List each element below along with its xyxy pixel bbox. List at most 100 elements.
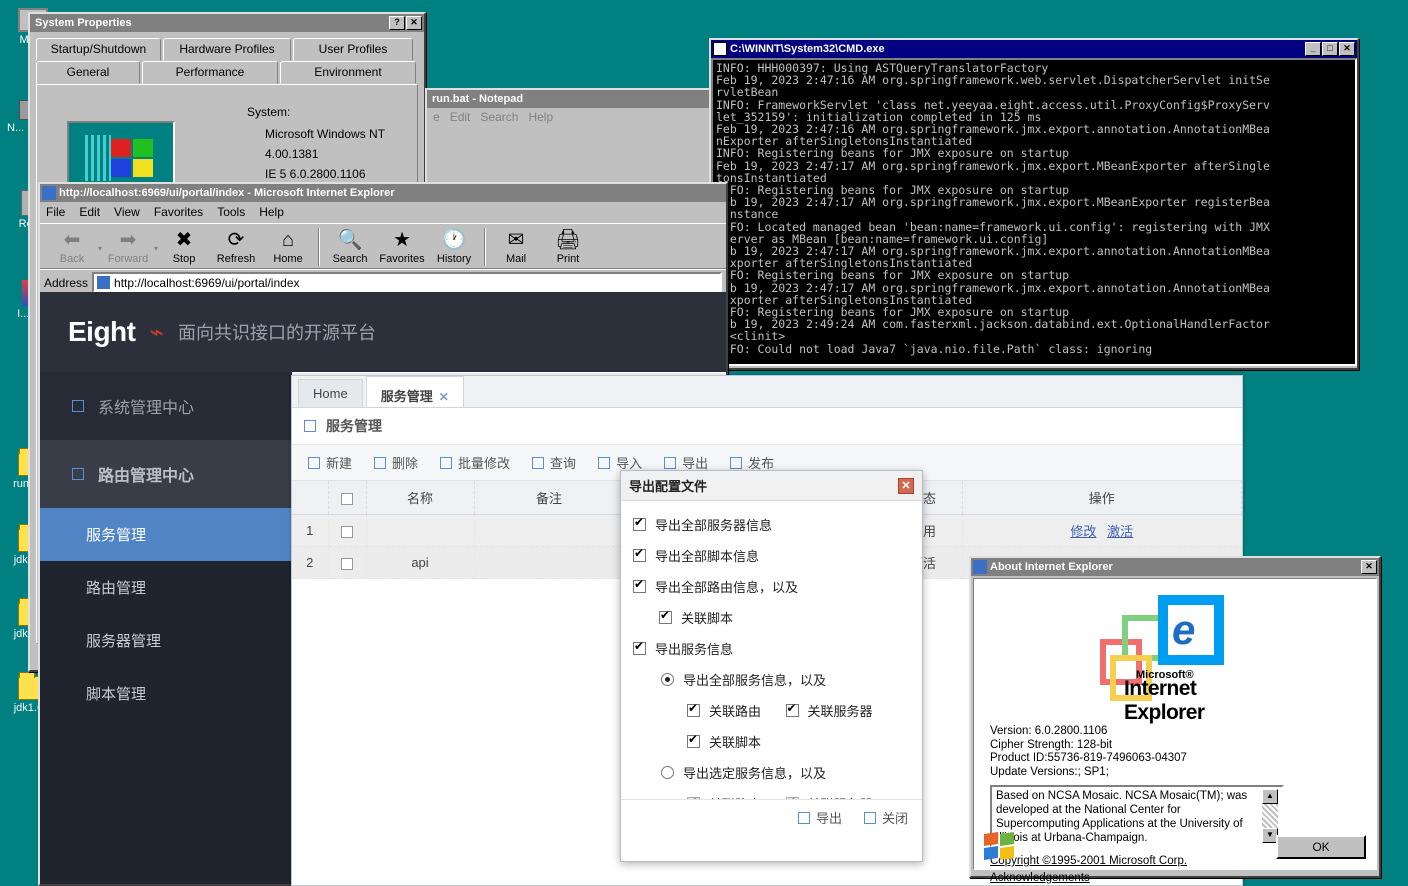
dialog-footer: 导出 关闭 <box>621 799 922 835</box>
notepad-titlebar[interactable]: run.bat - Notepad <box>427 90 711 108</box>
checkbox-icon[interactable] <box>633 546 646 562</box>
about-internet-explorer-dialog[interactable]: About Internet Explorer ✕ e Microsoft® I… <box>969 556 1381 884</box>
edit-link[interactable]: 修改 <box>1070 524 1096 539</box>
ie-titlebar[interactable]: http://localhost:6969/ui/portal/index - … <box>40 184 726 202</box>
menu-edit[interactable]: Edit <box>450 110 471 124</box>
address-input[interactable]: http://localhost:6969/ui/portal/index <box>92 272 722 293</box>
radio-icon[interactable] <box>661 766 674 779</box>
select-all-checkbox[interactable] <box>341 492 353 505</box>
checkbox-icon[interactable] <box>687 732 700 748</box>
tab-environment[interactable]: Environment <box>280 61 416 84</box>
checkbox-icon[interactable] <box>785 701 799 717</box>
menu-tools[interactable]: Tools <box>217 205 245 219</box>
tab-home[interactable]: Home <box>298 379 363 407</box>
radio-export-all-services[interactable]: 导出全部服务信息，以及 <box>629 664 914 695</box>
close-icon[interactable]: ✕ <box>898 477 914 494</box>
option-all-linked-scripts[interactable]: 关联脚本 <box>629 726 914 757</box>
about-titlebar[interactable]: About Internet Explorer ✕ <box>971 558 1379 576</box>
acknowledgements-link[interactable]: Acknowledgements <box>990 872 1368 884</box>
menu-search[interactable]: Search <box>480 110 518 124</box>
minimize-button[interactable]: _ <box>1305 42 1321 56</box>
tab-performance[interactable]: Performance <box>142 61 278 84</box>
sidebar-item-server-management[interactable]: 服务器管理 <box>40 614 292 667</box>
option-all-linked-routes[interactable]: 关联路由 <box>629 695 772 726</box>
row-checkbox[interactable] <box>341 557 353 570</box>
close-button[interactable]: ✕ <box>1339 42 1355 56</box>
tab-startup-shutdown[interactable]: Startup/Shutdown <box>36 38 161 61</box>
option-routes-linked-scripts[interactable]: 关联脚本 <box>629 602 914 633</box>
option-export-all-servers[interactable]: 导出全部服务器信息 <box>629 509 914 540</box>
sidebar-group-system-center[interactable]: 系统管理中心 <box>40 372 292 440</box>
checkbox-icon[interactable] <box>659 608 672 624</box>
maximize-button[interactable]: □ <box>1322 42 1338 56</box>
option-label: 导出全部服务信息，以及 <box>683 673 827 688</box>
dialog-titlebar[interactable]: 导出配置文件 ✕ <box>621 471 922 501</box>
stop-button[interactable]: ✖ Stop <box>158 228 210 265</box>
help-button[interactable]: ? <box>389 16 405 30</box>
delete-button[interactable]: 删除 <box>374 453 418 472</box>
checkbox-icon[interactable] <box>633 515 646 531</box>
option-export-services[interactable]: 导出服务信息 <box>629 633 914 664</box>
close-button[interactable]: ✕ <box>406 16 422 30</box>
window-title: System Properties <box>35 17 132 29</box>
checkbox-icon[interactable] <box>633 639 646 655</box>
cmd-window[interactable]: C:\WINNT\System32\CMD.exe _ □ ✕ INFO: HH… <box>709 38 1359 370</box>
legal-notice-box[interactable]: Based on NCSA Mosaic. NCSA Mosaic(TM); w… <box>990 785 1284 847</box>
scrollbar-track[interactable] <box>1262 804 1278 828</box>
search-button[interactable]: 🔍 Search <box>324 228 376 265</box>
history-button[interactable]: 🕐 History <box>428 228 480 265</box>
option-export-all-scripts[interactable]: 导出全部脚本信息 <box>629 540 914 571</box>
query-button[interactable]: 查询 <box>532 453 576 472</box>
menu-favorites[interactable]: Favorites <box>154 205 203 219</box>
activate-link[interactable]: 激活 <box>1107 524 1133 539</box>
row-select[interactable] <box>328 514 367 547</box>
cmd-titlebar[interactable]: C:\WINNT\System32\CMD.exe _ □ ✕ <box>711 40 1357 58</box>
close-icon[interactable]: ✕ <box>439 390 449 404</box>
option-selected-linked-servers: 关联服务器 <box>772 788 915 799</box>
menu-help[interactable]: Help <box>259 205 284 219</box>
checkbox-icon[interactable] <box>633 577 646 593</box>
tab-user-profiles[interactable]: User Profiles <box>293 38 413 61</box>
menu-edit[interactable]: Edit <box>79 205 100 219</box>
button-label: Home <box>273 253 303 265</box>
tab-hardware-profiles[interactable]: Hardware Profiles <box>163 38 291 61</box>
print-button[interactable]: 🖨 Print <box>542 228 594 265</box>
row-checkbox[interactable] <box>341 525 353 538</box>
tab-general[interactable]: General <box>36 61 140 84</box>
radio-export-selected-services[interactable]: 导出选定服务信息，以及 <box>629 757 914 788</box>
close-dialog-button[interactable]: 关闭 <box>863 808 908 827</box>
mail-button[interactable]: ✉ Mail <box>490 228 542 265</box>
menu-file[interactable]: e <box>433 110 440 124</box>
refresh-button[interactable]: ⟳ Refresh <box>210 228 262 265</box>
option-all-linked-servers[interactable]: 关联服务器 <box>772 695 915 726</box>
tab-service-management[interactable]: 服务管理 ✕ <box>365 376 464 407</box>
ok-button[interactable]: OK <box>1276 835 1366 859</box>
menu-help[interactable]: Help <box>528 110 553 124</box>
close-button[interactable]: ✕ <box>1361 560 1377 574</box>
checkbox-icon[interactable] <box>687 701 700 717</box>
system-properties-titlebar[interactable]: System Properties ? ✕ <box>30 14 424 32</box>
sidebar-item-route-management[interactable]: 路由管理 <box>40 561 292 614</box>
option-export-all-routes[interactable]: 导出全部路由信息，以及 <box>629 571 914 602</box>
sidebar-item-service-management[interactable]: 服务管理 <box>40 508 292 561</box>
ie-page-icon <box>97 276 111 289</box>
brand-big: Internet Explorer <box>1124 677 1205 724</box>
menu-file[interactable]: File <box>46 205 65 219</box>
export-config-dialog[interactable]: 导出配置文件 ✕ 导出全部服务器信息 导出全部脚本信息 导出全部路由信息，以及 … <box>620 470 923 862</box>
favorites-icon: ★ <box>393 229 411 251</box>
radio-icon[interactable] <box>661 673 674 686</box>
favorites-button[interactable]: ★ Favorites <box>376 228 428 265</box>
menu-view[interactable]: View <box>114 205 140 219</box>
sidebar-group-route-center[interactable]: 路由管理中心 <box>40 440 292 508</box>
cmd-console-output[interactable]: INFO: HHH000397: Using ASTQueryTranslato… <box>711 58 1357 366</box>
batch-edit-button[interactable]: 批量修改 <box>440 453 510 472</box>
sidebar-item-script-management[interactable]: 脚本管理 <box>40 667 292 720</box>
col-select-all[interactable] <box>328 481 367 515</box>
row-select[interactable] <box>328 546 367 579</box>
back-button[interactable]: ⬅ Back <box>46 228 98 265</box>
scroll-up-icon[interactable]: ▲ <box>1262 789 1278 804</box>
new-button[interactable]: 新建 <box>308 453 352 472</box>
home-button[interactable]: ⌂ Home <box>262 228 314 265</box>
export-confirm-button[interactable]: 导出 <box>797 808 842 827</box>
forward-button[interactable]: ➡ Forward <box>102 228 154 265</box>
